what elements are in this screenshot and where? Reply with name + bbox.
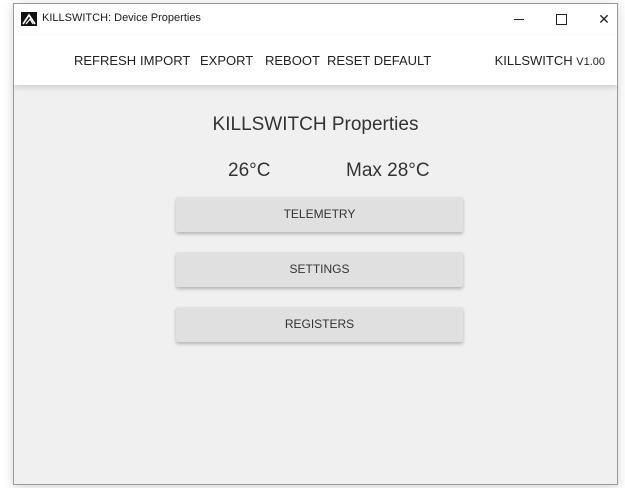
menu-export[interactable]: EXPORT xyxy=(200,53,253,68)
app-window: KILLSWITCH: Device Properties ✕ REFRESH … xyxy=(13,3,618,485)
close-button[interactable]: ✕ xyxy=(584,4,617,35)
window-title: KILLSWITCH: Device Properties xyxy=(42,12,201,24)
settings-button[interactable]: SETTINGS xyxy=(176,252,463,287)
menu-import[interactable]: IMPORT xyxy=(140,53,190,68)
main-panel: KILLSWITCH Properties 26°C Max 28°C TELE… xyxy=(14,85,617,484)
title-bar[interactable]: KILLSWITCH: Device Properties ✕ xyxy=(14,4,617,35)
menu-bar: REFRESH IMPORT EXPORT REBOOT RESET DEFAU… xyxy=(14,35,617,85)
maximize-button[interactable] xyxy=(541,4,581,35)
menu-refresh[interactable]: REFRESH xyxy=(74,53,136,68)
brand-name: KILLSWITCH xyxy=(494,53,573,68)
registers-button[interactable]: REGISTERS xyxy=(176,307,463,342)
minimize-icon xyxy=(514,19,524,20)
page-title: KILLSWITCH Properties xyxy=(212,114,419,135)
mountain-logo-icon xyxy=(21,12,37,26)
menu-reset-default[interactable]: RESET DEFAULT xyxy=(327,53,431,68)
brand-label: KILLSWITCH V1.00 xyxy=(495,53,605,68)
menu-reboot[interactable]: REBOOT xyxy=(265,53,320,68)
current-temperature: 26°C xyxy=(228,160,271,181)
brand-version: V1.00 xyxy=(576,56,605,68)
telemetry-button[interactable]: TELEMETRY xyxy=(176,197,463,232)
maximize-icon xyxy=(556,14,567,25)
max-temperature: Max 28°C xyxy=(346,160,430,181)
close-icon: ✕ xyxy=(598,11,610,27)
minimize-button[interactable] xyxy=(499,4,539,35)
